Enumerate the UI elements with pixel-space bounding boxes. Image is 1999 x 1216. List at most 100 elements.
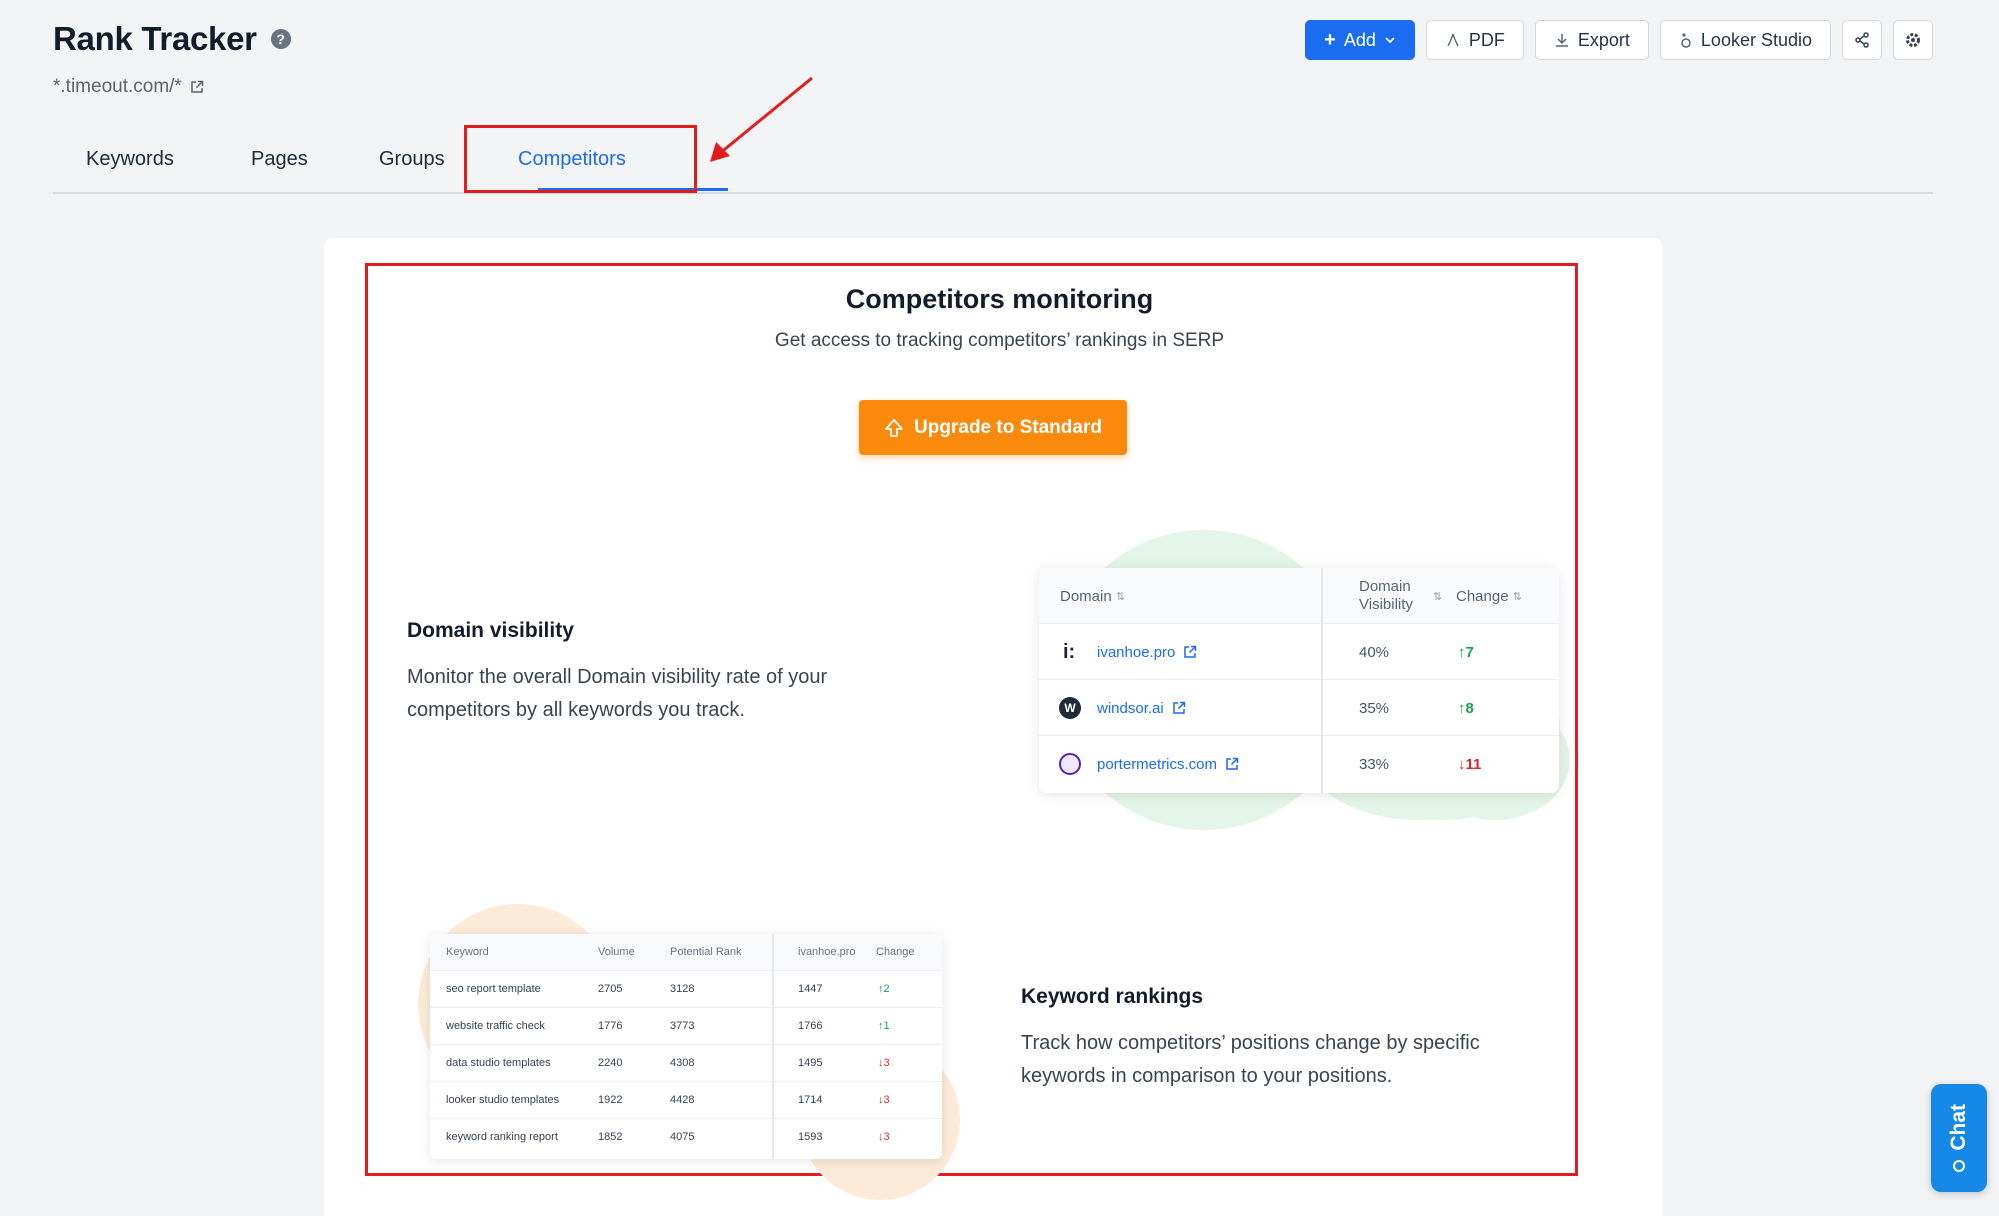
gear-icon [1906,33,1920,47]
settings-button[interactable] [1893,20,1933,60]
pdf-button[interactable]: PDF [1425,20,1524,60]
looker-studio-button[interactable]: Looker Studio [1659,20,1831,60]
share-button[interactable] [1842,20,1882,60]
domain-name: ivanhoe.pro [1097,643,1176,661]
competitor-cell: 1766 [798,1020,823,1032]
table-row: looker studio templates 1922 4428 1714 ↓… [430,1082,942,1119]
pdf-icon [1447,33,1459,47]
domain-visibility-desc: Monitor the overall Domain visibility ra… [407,666,828,721]
keyword-cell: data studio templates [446,1057,551,1069]
chevron-down-icon [1385,37,1395,44]
header-change-label: Change [1456,587,1509,605]
header-visibility[interactable]: Domain Visibility [1359,568,1413,624]
header-volume[interactable]: Volume [598,946,635,958]
header-visibility-line1: Domain [1359,578,1411,595]
change-up: ↑2 [878,983,890,995]
volume-cell: 2240 [598,1057,623,1069]
external-link-icon[interactable] [190,80,204,94]
change-down: ↓ 11 [1458,736,1481,792]
volume-cell: 1852 [598,1131,623,1143]
annotation-arrow [710,76,813,162]
volume-cell: 2705 [598,983,623,995]
external-link-icon [1226,757,1239,770]
change-value: 3 [883,1094,890,1106]
windsor-logo-icon: W [1059,680,1081,736]
header-domain-label: Domain [1060,587,1112,605]
column-divider [772,934,774,1159]
keyword-cell: seo report template [446,983,541,995]
change-down: ↓3 [878,1094,890,1106]
tab-highlight-box [464,125,697,193]
keyword-cell: looker studio templates [446,1094,560,1106]
keyword-cell: website traffic check [446,1020,545,1032]
table-row: website traffic check 1776 3773 1766 ↑1 [430,1008,942,1045]
header-visibility-line2: Visibility [1359,596,1413,613]
domain-link[interactable]: windsor.ai [1097,680,1186,736]
arrow-up-icon: ↑ [1458,699,1466,717]
header-domain[interactable]: Domain ⇅ [1060,568,1125,624]
site-url-text[interactable]: *.timeout.com/* [53,76,182,98]
arrow-up-icon: ↑ [1458,643,1466,661]
header-potential-rank[interactable]: Potential Rank [670,946,742,958]
help-icon[interactable]: ? [270,29,291,49]
add-button[interactable]: + Add [1305,20,1415,60]
change-value: 3 [883,1057,890,1069]
change-up: ↑ 8 [1458,680,1474,736]
domain-name: portermetrics.com [1097,755,1218,773]
volume-cell: 1776 [598,1020,623,1032]
change-up: ↑ 7 [1458,624,1474,680]
plus-icon: + [1324,28,1336,51]
domain-link[interactable]: ivanhoe.pro [1097,624,1197,680]
visibility-value: 33% [1359,755,1390,773]
external-link-icon [1172,701,1185,714]
header-change[interactable]: Change ⇅ [1456,568,1522,624]
keyword-cell: keyword ranking report [446,1131,558,1143]
looker-label: Looker Studio [1700,29,1812,50]
page-header: Rank Tracker ? [53,20,291,58]
header-competitor[interactable]: ivanhoe.pro [798,946,856,958]
promo-title: Competitors monitoring [845,284,1154,314]
sort-icon: ⇅ [1433,590,1443,603]
chat-button[interactable]: Chat [1931,1084,1987,1192]
external-link-icon [1184,645,1197,658]
tab-keywords[interactable]: Keywords [86,148,174,171]
table-row: i: ivanhoe.pro 40% ↑ 7 [1039,624,1559,680]
tab-bar: Keywords Pages Groups Competitors [53,126,1933,194]
tab-groups[interactable]: Groups [379,148,445,171]
table-row: data studio templates 2240 4308 1495 ↓3 [430,1045,942,1082]
table-header-row: Domain ⇅ Domain Visibility ⇅ Change ⇅ [1039,568,1559,624]
page-title: Rank Tracker [53,20,257,57]
table-row: portermetrics.com 33% ↓ 11 [1039,736,1559,792]
header-change[interactable]: Change [876,946,915,958]
change-value: 1 [883,1020,890,1032]
change-value: 2 [883,983,890,995]
upgrade-icon [885,418,903,437]
competitor-cell: 1593 [798,1131,823,1143]
share-icon [1855,32,1869,48]
table-row: seo report template 2705 3128 1447 ↑2 [430,971,942,1008]
visibility-value: 35% [1359,699,1390,717]
competitor-cell: 1447 [798,983,823,995]
upgrade-button[interactable]: Upgrade to Standard [859,400,1127,455]
promo-subtitle: Get access to tracking competitors’ rank… [774,330,1225,351]
site-url[interactable]: *.timeout.com/* [53,76,204,98]
download-icon [1555,34,1568,47]
portermetrics-logo-icon [1059,736,1081,792]
export-button[interactable]: Export [1534,20,1649,60]
domain-link[interactable]: portermetrics.com [1097,736,1239,792]
keyword-rankings-desc: Track how competitors’ positions change … [1021,1032,1480,1087]
competitor-cell: 1714 [798,1094,823,1106]
change-value: 8 [1465,699,1474,717]
chat-label: Chat [1947,1103,1970,1151]
sort-icon: ⇅ [1512,590,1522,603]
change-value: 7 [1465,643,1474,661]
competitor-cell: 1495 [798,1057,823,1069]
add-label: Add [1343,29,1376,50]
table-row: W windsor.ai 35% ↑ 8 [1039,680,1559,736]
domain-name: windsor.ai [1097,699,1164,717]
potential-cell: 3128 [670,983,695,995]
potential-cell: 4428 [670,1094,695,1106]
upgrade-label: Upgrade to Standard [914,416,1102,438]
header-keyword[interactable]: Keyword [446,946,489,958]
tab-pages[interactable]: Pages [251,148,308,171]
